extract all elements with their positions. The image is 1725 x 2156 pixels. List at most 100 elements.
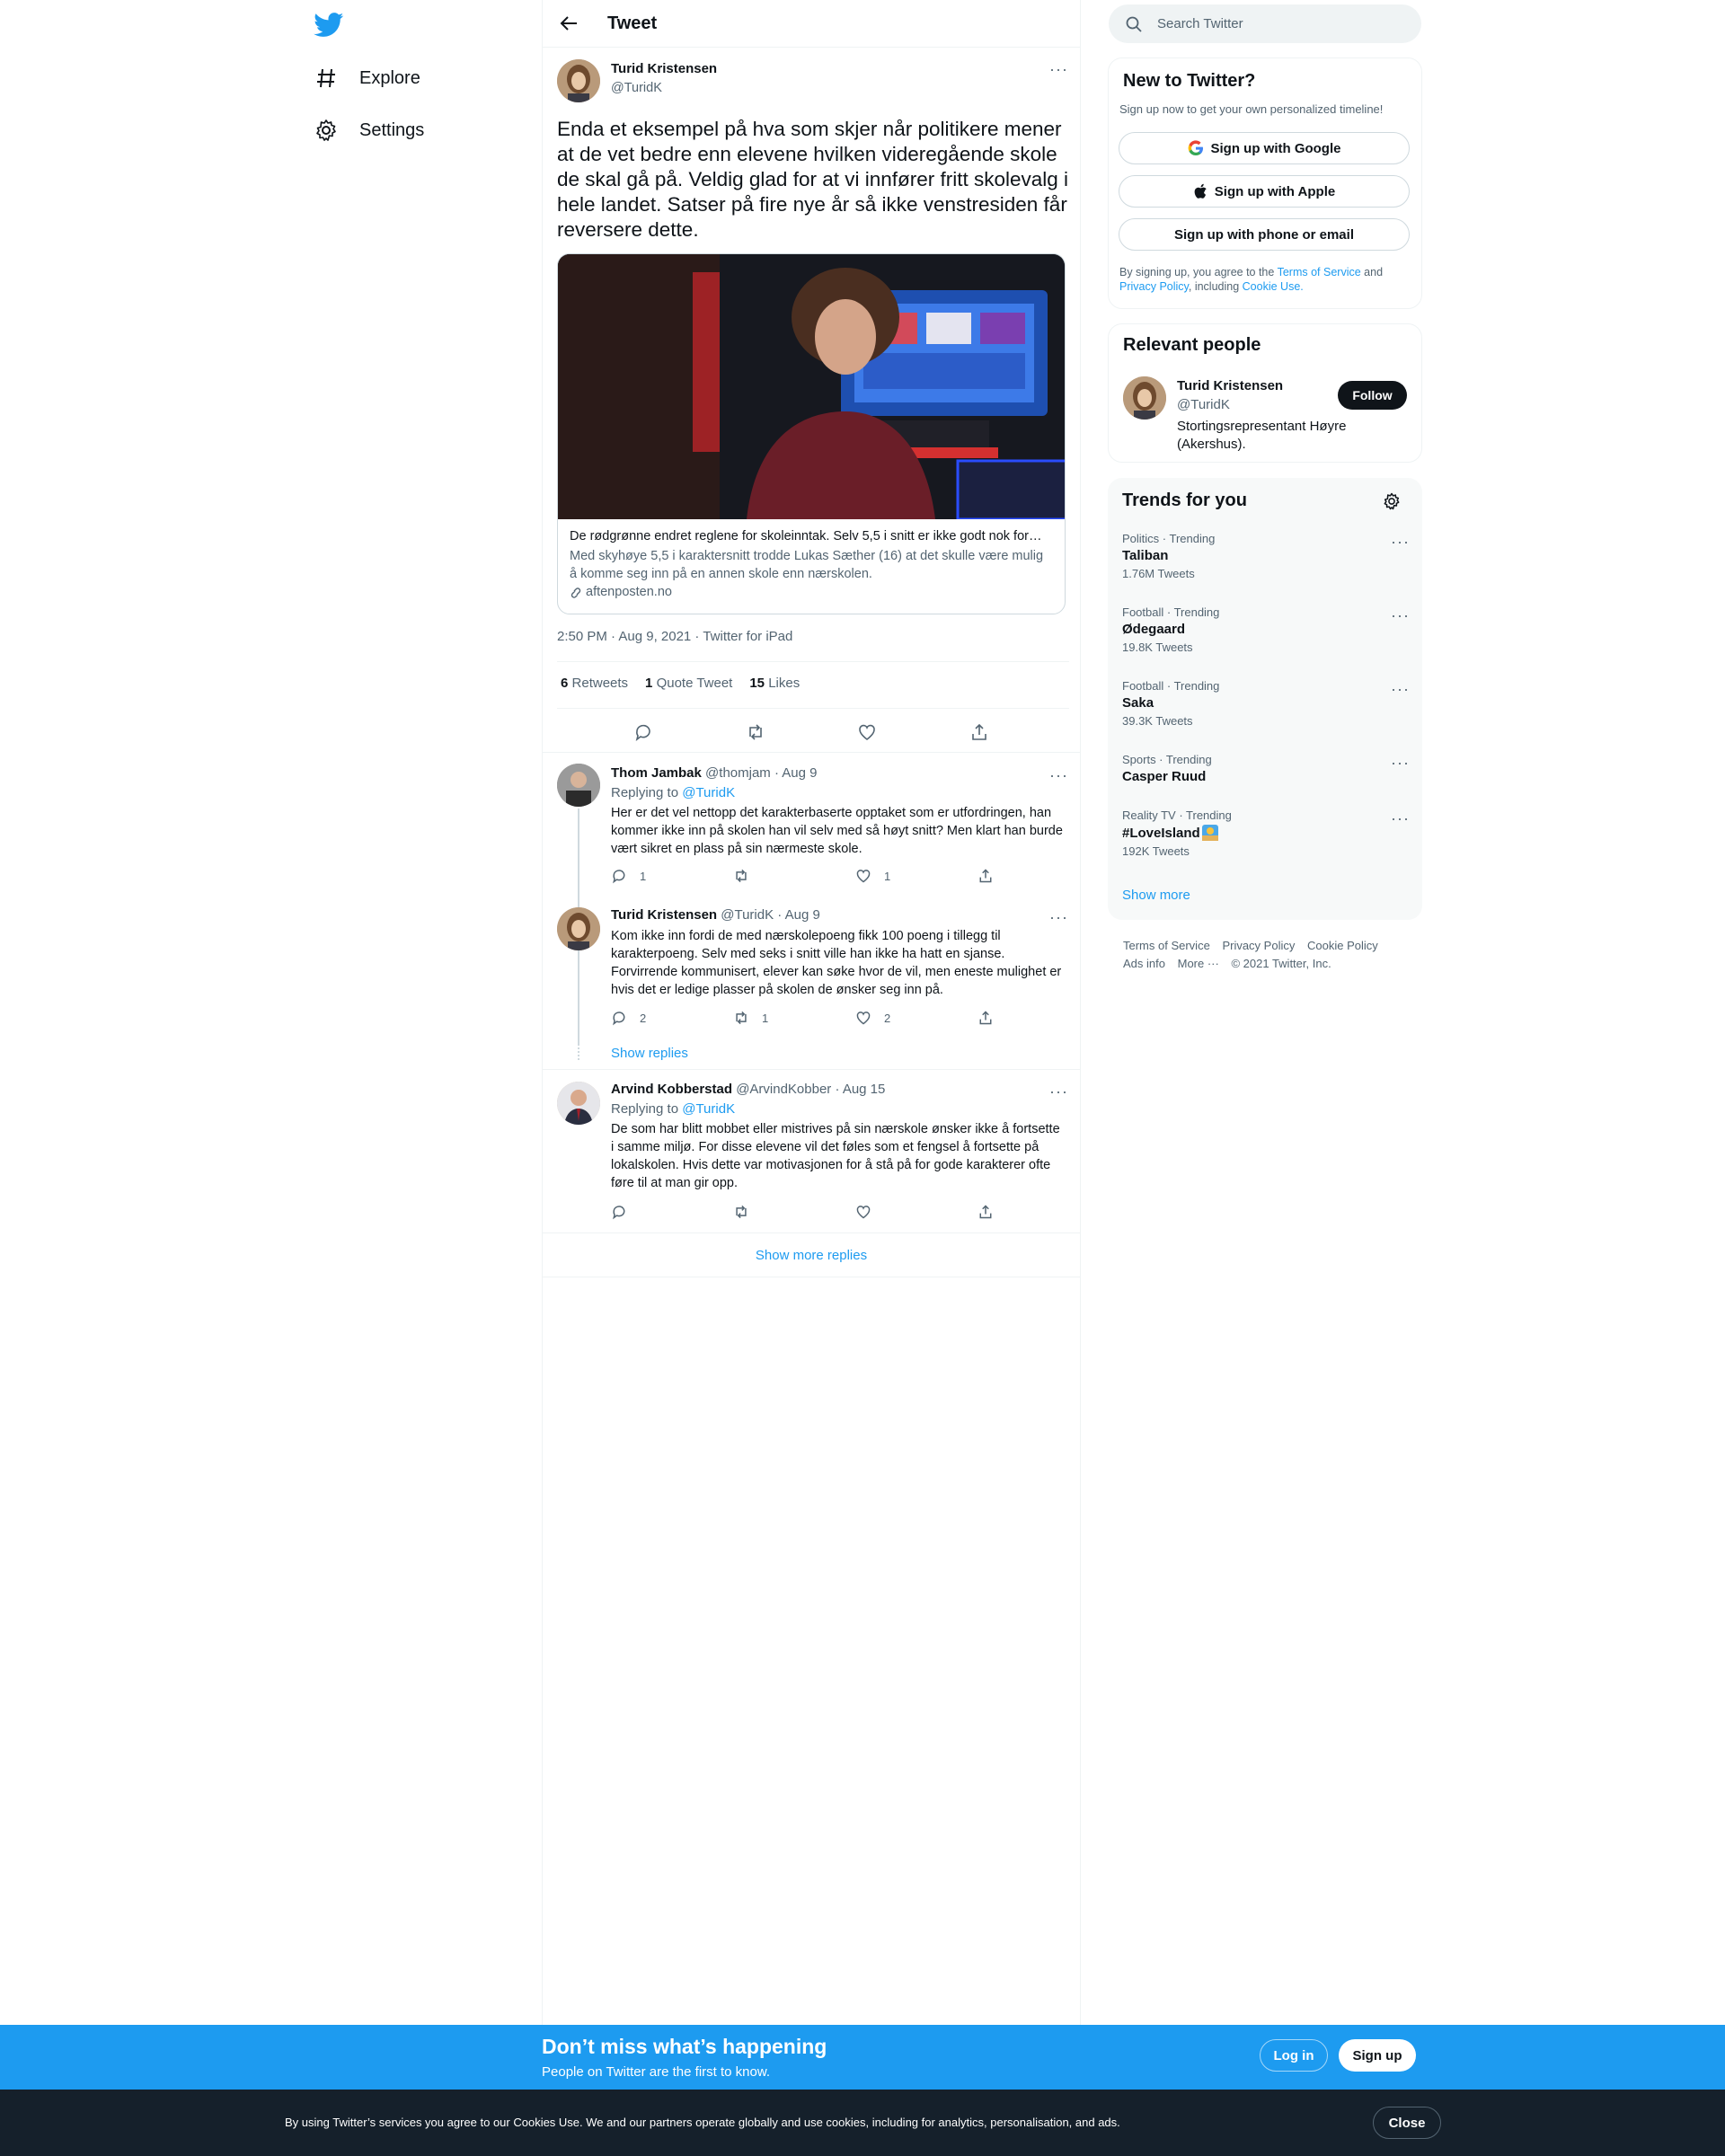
- signup-phone-button[interactable]: Sign up with phone or email: [1119, 218, 1410, 251]
- relevant-people-title: Relevant people: [1123, 335, 1261, 355]
- trend-item[interactable]: Football · Trending Saka 39.3K Tweets ···: [1122, 679, 1410, 728]
- reply-avatar[interactable]: [557, 907, 600, 950]
- reply-actions: 1 1: [611, 868, 1006, 884]
- more-icon[interactable]: ···: [1391, 810, 1410, 826]
- footer-cookie-link[interactable]: Cookie Policy: [1307, 939, 1378, 952]
- reply-author-name[interactable]: Turid Kristensen: [611, 907, 717, 923]
- reply-author-handle[interactable]: @TuridK: [721, 907, 774, 923]
- author-name[interactable]: Turid Kristensen: [611, 61, 717, 76]
- like-button[interactable]: [855, 1204, 978, 1220]
- reply-button[interactable]: [611, 1204, 733, 1220]
- more-icon[interactable]: ···: [1391, 534, 1410, 550]
- like-button[interactable]: 2: [855, 1010, 978, 1026]
- share-button[interactable]: [978, 1204, 994, 1220]
- author-handle[interactable]: @TuridK: [611, 81, 662, 95]
- retweet-button[interactable]: 1: [733, 1010, 855, 1026]
- tos-link[interactable]: Terms of Service: [1278, 266, 1361, 278]
- reply-date[interactable]: · Aug 15: [835, 1082, 885, 1097]
- like-icon[interactable]: [857, 722, 877, 742]
- island-emoji-icon: [1201, 825, 1218, 841]
- reply-author-handle[interactable]: @ArvindKobber: [736, 1082, 831, 1097]
- more-icon[interactable]: ···: [1391, 607, 1410, 623]
- signup-google-button[interactable]: Sign up with Google: [1119, 132, 1410, 164]
- relevant-avatar[interactable]: [1123, 376, 1166, 420]
- replying-to-link[interactable]: @TuridK: [682, 785, 735, 800]
- reply-date[interactable]: · Aug 9: [774, 765, 818, 781]
- tweet-timestamp[interactable]: 2:50 PM · Aug 9, 2021 · Twitter for iPad: [557, 629, 792, 644]
- reply-author-name[interactable]: Arvind Kobberstad: [611, 1082, 732, 1097]
- reply-avatar[interactable]: [557, 764, 600, 807]
- reply-author-name[interactable]: Thom Jambak: [611, 765, 702, 781]
- reply-date[interactable]: · Aug 9: [777, 907, 820, 923]
- retweet-icon[interactable]: [746, 722, 765, 742]
- more-icon[interactable]: ···: [1049, 909, 1068, 925]
- twitter-logo-icon[interactable]: [314, 13, 344, 38]
- trends-title: Trends for you: [1122, 490, 1247, 510]
- retweet-icon: [733, 1010, 749, 1026]
- more-icon[interactable]: ···: [1049, 61, 1068, 77]
- share-button[interactable]: [978, 868, 994, 884]
- more-icon[interactable]: ···: [1049, 767, 1068, 783]
- reply-avatar[interactable]: [557, 1082, 600, 1125]
- trend-item[interactable]: Politics · Trending Taliban 1.76M Tweets ·…: [1122, 532, 1410, 580]
- signup-button[interactable]: Sign up: [1339, 2039, 1416, 2072]
- link-card[interactable]: De rødgrønne endret reglene for skoleinn…: [557, 253, 1066, 614]
- google-icon: [1188, 140, 1204, 156]
- trend-item[interactable]: Football · Trending Ødegaard 19.8K Tweets …: [1122, 605, 1410, 654]
- privacy-link[interactable]: Privacy Policy: [1119, 280, 1189, 293]
- reply-author-handle[interactable]: @thomjam: [705, 765, 771, 781]
- nav-settings[interactable]: Settings: [314, 110, 424, 150]
- reply-button[interactable]: 2: [611, 1010, 733, 1026]
- search-box[interactable]: Search Twitter: [1109, 4, 1421, 43]
- login-button[interactable]: Log in: [1260, 2039, 1328, 2072]
- footer-privacy-link[interactable]: Privacy Policy: [1222, 939, 1295, 952]
- relevant-handle[interactable]: @TuridK: [1177, 397, 1230, 412]
- page-title: Tweet: [607, 13, 658, 33]
- link-card-image: [558, 254, 1065, 521]
- more-icon[interactable]: ···: [1391, 755, 1410, 771]
- signup-legal: By signing up, you agree to the Terms of…: [1119, 266, 1384, 293]
- footer-copyright: © 2021 Twitter, Inc.: [1231, 957, 1331, 970]
- link-card-domain-text: aftenposten.no: [586, 585, 672, 599]
- retweets-stat[interactable]: 6 Retweets: [561, 676, 628, 691]
- like-button[interactable]: 1: [855, 868, 978, 884]
- link-card-description: Med skyhøye 5,5 i karaktersnitt trodde L…: [570, 549, 1044, 581]
- search-input[interactable]: Search Twitter: [1157, 16, 1243, 31]
- trend-item[interactable]: Sports · Trending Casper Ruud ···: [1122, 753, 1410, 788]
- nav-explore[interactable]: Explore: [314, 58, 420, 98]
- share-icon: [978, 1010, 994, 1026]
- cookie-use-link[interactable]: Cookie Use.: [1243, 280, 1304, 293]
- footer-more-link[interactable]: More ···: [1178, 957, 1219, 970]
- reply-icon[interactable]: [633, 722, 653, 742]
- cookie-close-button[interactable]: Close: [1373, 2107, 1441, 2139]
- share-button[interactable]: [978, 1010, 994, 1026]
- relevant-bio: Stortingsrepresentant Høyre (Akershus).: [1177, 419, 1347, 452]
- reply-icon: [611, 1204, 627, 1220]
- tweet-thread-column: Tweet Turid Kristensen @TuridK ··· Enda …: [542, 0, 1081, 2025]
- back-arrow-icon[interactable]: [559, 13, 579, 33]
- share-icon[interactable]: [969, 722, 989, 742]
- follow-button[interactable]: Follow: [1338, 381, 1407, 410]
- show-replies-link[interactable]: Show replies: [611, 1046, 688, 1061]
- show-more-replies-button[interactable]: Show more replies: [756, 1248, 867, 1263]
- author-avatar[interactable]: [557, 59, 600, 102]
- gear-icon[interactable]: [1383, 492, 1401, 510]
- trends-card: Trends for you Politics · Trending Taliba…: [1108, 478, 1422, 920]
- relevant-name[interactable]: Turid Kristensen: [1177, 378, 1283, 393]
- retweet-button[interactable]: [733, 868, 855, 884]
- quote-tweets-stat[interactable]: 1 Quote Tweet: [645, 676, 732, 691]
- footer-ads-link[interactable]: Ads info: [1123, 957, 1165, 970]
- tweet-actions: [543, 719, 1080, 746]
- show-more-trends-link[interactable]: Show more: [1122, 888, 1190, 903]
- signup-apple-button[interactable]: Sign up with Apple: [1119, 175, 1410, 208]
- trend-item[interactable]: Reality TV · Trending #LoveIsland 192K T…: [1122, 808, 1410, 858]
- retweet-icon: [733, 868, 749, 884]
- reply-button[interactable]: 1: [611, 868, 733, 884]
- footer-tos-link[interactable]: Terms of Service: [1123, 939, 1210, 952]
- replying-to-link[interactable]: @TuridK: [682, 1101, 735, 1117]
- likes-stat[interactable]: 15 Likes: [749, 676, 800, 691]
- more-icon[interactable]: ···: [1049, 1083, 1068, 1100]
- more-icon[interactable]: ···: [1391, 681, 1410, 697]
- retweet-button[interactable]: [733, 1204, 855, 1220]
- hashtag-icon: [314, 66, 338, 90]
